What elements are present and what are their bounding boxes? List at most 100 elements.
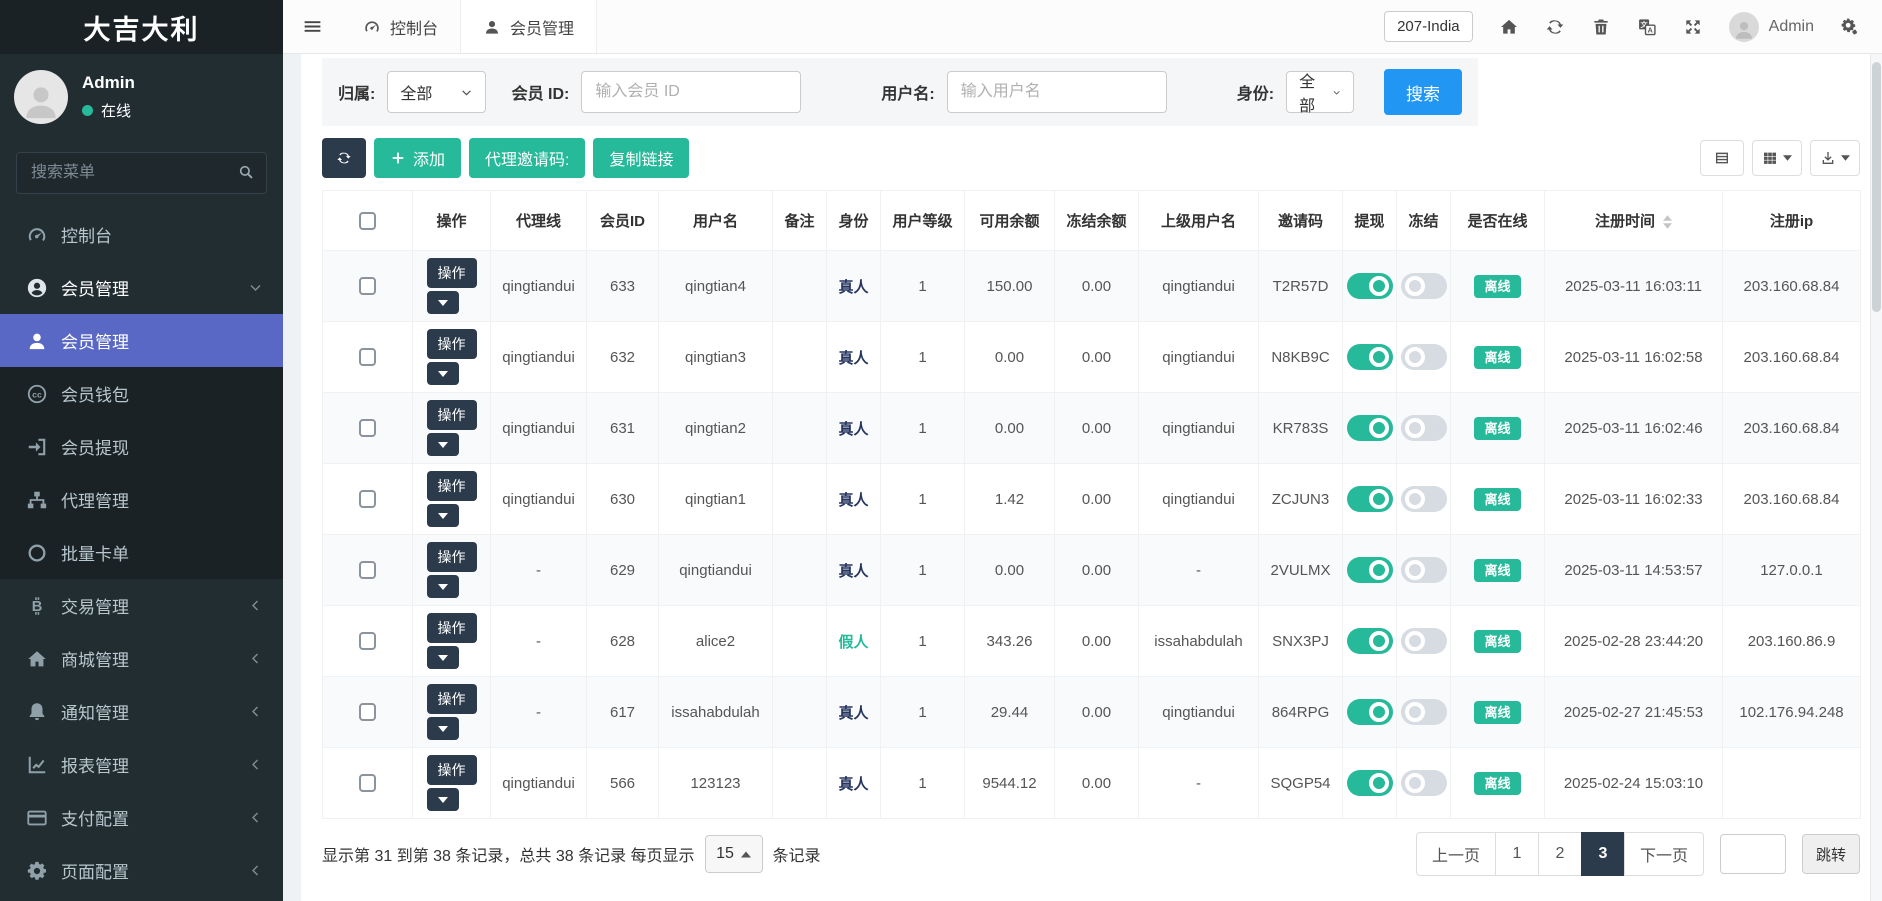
freeze-toggle[interactable]	[1401, 557, 1447, 583]
trash-button[interactable]	[1591, 17, 1611, 37]
sidebar-item-pay-config[interactable]: 支付配置	[0, 791, 283, 844]
settings-button[interactable]	[1840, 17, 1860, 37]
cell-remark	[773, 464, 827, 535]
sidebar-item-mall-mgmt[interactable]: 商城管理	[0, 632, 283, 685]
freeze-toggle[interactable]	[1401, 628, 1447, 654]
chevron-left-icon	[248, 810, 263, 825]
action-caret-button[interactable]	[427, 291, 459, 314]
sidebar-item-member-wallet[interactable]: cc 会员钱包	[0, 367, 283, 420]
action-button[interactable]: 操作	[427, 542, 477, 572]
freeze-toggle[interactable]	[1401, 486, 1447, 512]
jump-button[interactable]: 跳转	[1802, 834, 1860, 874]
action-caret-button[interactable]	[427, 362, 459, 385]
home-button[interactable]	[1499, 17, 1519, 37]
action-button[interactable]: 操作	[427, 613, 477, 643]
search-button[interactable]: 搜索	[1384, 69, 1462, 115]
sidebar-item-member-mgmt-parent[interactable]: 会员管理	[0, 261, 283, 314]
freeze-toggle[interactable]	[1401, 344, 1447, 370]
withdraw-toggle[interactable]	[1347, 557, 1393, 583]
withdraw-toggle[interactable]	[1347, 273, 1393, 299]
identity-select[interactable]: 全部	[1286, 71, 1354, 113]
user-icon	[483, 18, 501, 36]
page-button-3[interactable]: 3	[1581, 832, 1625, 876]
add-button[interactable]: 添加	[374, 138, 461, 178]
row-checkbox[interactable]	[359, 277, 376, 295]
vertical-scrollbar[interactable]	[1870, 54, 1882, 901]
withdraw-toggle[interactable]	[1347, 699, 1393, 725]
refresh-button[interactable]	[1545, 17, 1565, 37]
next-page-button[interactable]: 下一页	[1624, 832, 1704, 876]
member-id-input[interactable]	[581, 71, 801, 113]
scrollbar-thumb[interactable]	[1872, 62, 1881, 312]
belong-select[interactable]: 全部	[387, 71, 485, 113]
action-caret-button[interactable]	[427, 717, 459, 740]
menu-search-input[interactable]	[16, 152, 267, 194]
translate-button[interactable]: 文A	[1637, 17, 1657, 37]
username-input[interactable]	[947, 71, 1167, 113]
toggle-view-button[interactable]	[1700, 140, 1744, 176]
sidebar-item-agent-mgmt[interactable]: 代理管理	[0, 473, 283, 526]
action-caret-button[interactable]	[427, 433, 459, 456]
action-button[interactable]: 操作	[427, 400, 477, 430]
user-menu[interactable]: Admin	[1729, 12, 1814, 42]
select-all-checkbox[interactable]	[359, 212, 376, 230]
page-button-1[interactable]: 1	[1495, 832, 1539, 876]
freeze-toggle[interactable]	[1401, 415, 1447, 441]
refresh-icon	[336, 150, 352, 166]
action-button[interactable]: 操作	[427, 329, 477, 359]
sidebar-item-batch-card[interactable]: 批量卡单	[0, 526, 283, 579]
withdraw-toggle[interactable]	[1347, 486, 1393, 512]
sidebar-item-page-config[interactable]: 页面配置	[0, 844, 283, 897]
action-caret-button[interactable]	[427, 788, 459, 811]
copy-link-button[interactable]: 复制链接	[593, 138, 689, 178]
sidebar-item-dashboard[interactable]: 控制台	[0, 208, 283, 261]
sidebar-item-notify-mgmt[interactable]: 通知管理	[0, 685, 283, 738]
withdraw-toggle[interactable]	[1347, 770, 1393, 796]
row-checkbox[interactable]	[359, 561, 376, 579]
sidebar-toggle-button[interactable]	[283, 0, 341, 53]
withdraw-toggle[interactable]	[1347, 344, 1393, 370]
page-button-2[interactable]: 2	[1538, 832, 1582, 876]
row-checkbox[interactable]	[359, 490, 376, 508]
region-button[interactable]: 207-India	[1384, 11, 1473, 42]
freeze-toggle[interactable]	[1401, 273, 1447, 299]
sidebar-item-member-mgmt[interactable]: 会员管理	[0, 314, 283, 367]
cell-username: qingtian2	[659, 393, 773, 464]
fullscreen-button[interactable]	[1683, 17, 1703, 37]
withdraw-toggle[interactable]	[1347, 415, 1393, 441]
svg-text:B: B	[32, 599, 43, 615]
row-checkbox[interactable]	[359, 774, 376, 792]
action-button[interactable]: 操作	[427, 684, 477, 714]
cell-level: 1	[881, 464, 965, 535]
sidebar-item-member-withdraw[interactable]: 会员提现	[0, 420, 283, 473]
action-caret-button[interactable]	[427, 575, 459, 598]
tab-dashboard[interactable]: 控制台	[341, 0, 460, 53]
row-checkbox[interactable]	[359, 703, 376, 721]
tab-member-mgmt[interactable]: 会员管理	[460, 0, 597, 53]
sort-icons[interactable]	[1663, 215, 1672, 229]
row-checkbox[interactable]	[359, 419, 376, 437]
sidebar-item-report-mgmt[interactable]: 报表管理	[0, 738, 283, 791]
action-button[interactable]: 操作	[427, 471, 477, 501]
page-size-select[interactable]: 15	[705, 835, 763, 873]
agent-invite-code-button[interactable]: 代理邀请码:	[469, 138, 585, 178]
action-caret-button[interactable]	[427, 504, 459, 527]
cell-agent-line: -	[491, 677, 587, 748]
freeze-toggle[interactable]	[1401, 770, 1447, 796]
row-checkbox[interactable]	[359, 348, 376, 366]
prev-page-button[interactable]: 上一页	[1416, 832, 1496, 876]
jump-page-input[interactable]	[1720, 834, 1786, 874]
action-caret-button[interactable]	[427, 646, 459, 669]
action-button[interactable]: 操作	[427, 755, 477, 785]
columns-button[interactable]	[1752, 140, 1802, 176]
sidebar-item-trade-mgmt[interactable]: B 交易管理	[0, 579, 283, 632]
action-button[interactable]: 操作	[427, 258, 477, 288]
row-checkbox[interactable]	[359, 632, 376, 650]
cell-action: 操作	[413, 677, 491, 748]
sign-in-icon	[26, 436, 48, 458]
col-reg-time[interactable]: 注册时间	[1545, 191, 1723, 251]
freeze-toggle[interactable]	[1401, 699, 1447, 725]
withdraw-toggle[interactable]	[1347, 628, 1393, 654]
export-button[interactable]	[1810, 140, 1860, 176]
refresh-table-button[interactable]	[322, 138, 366, 178]
